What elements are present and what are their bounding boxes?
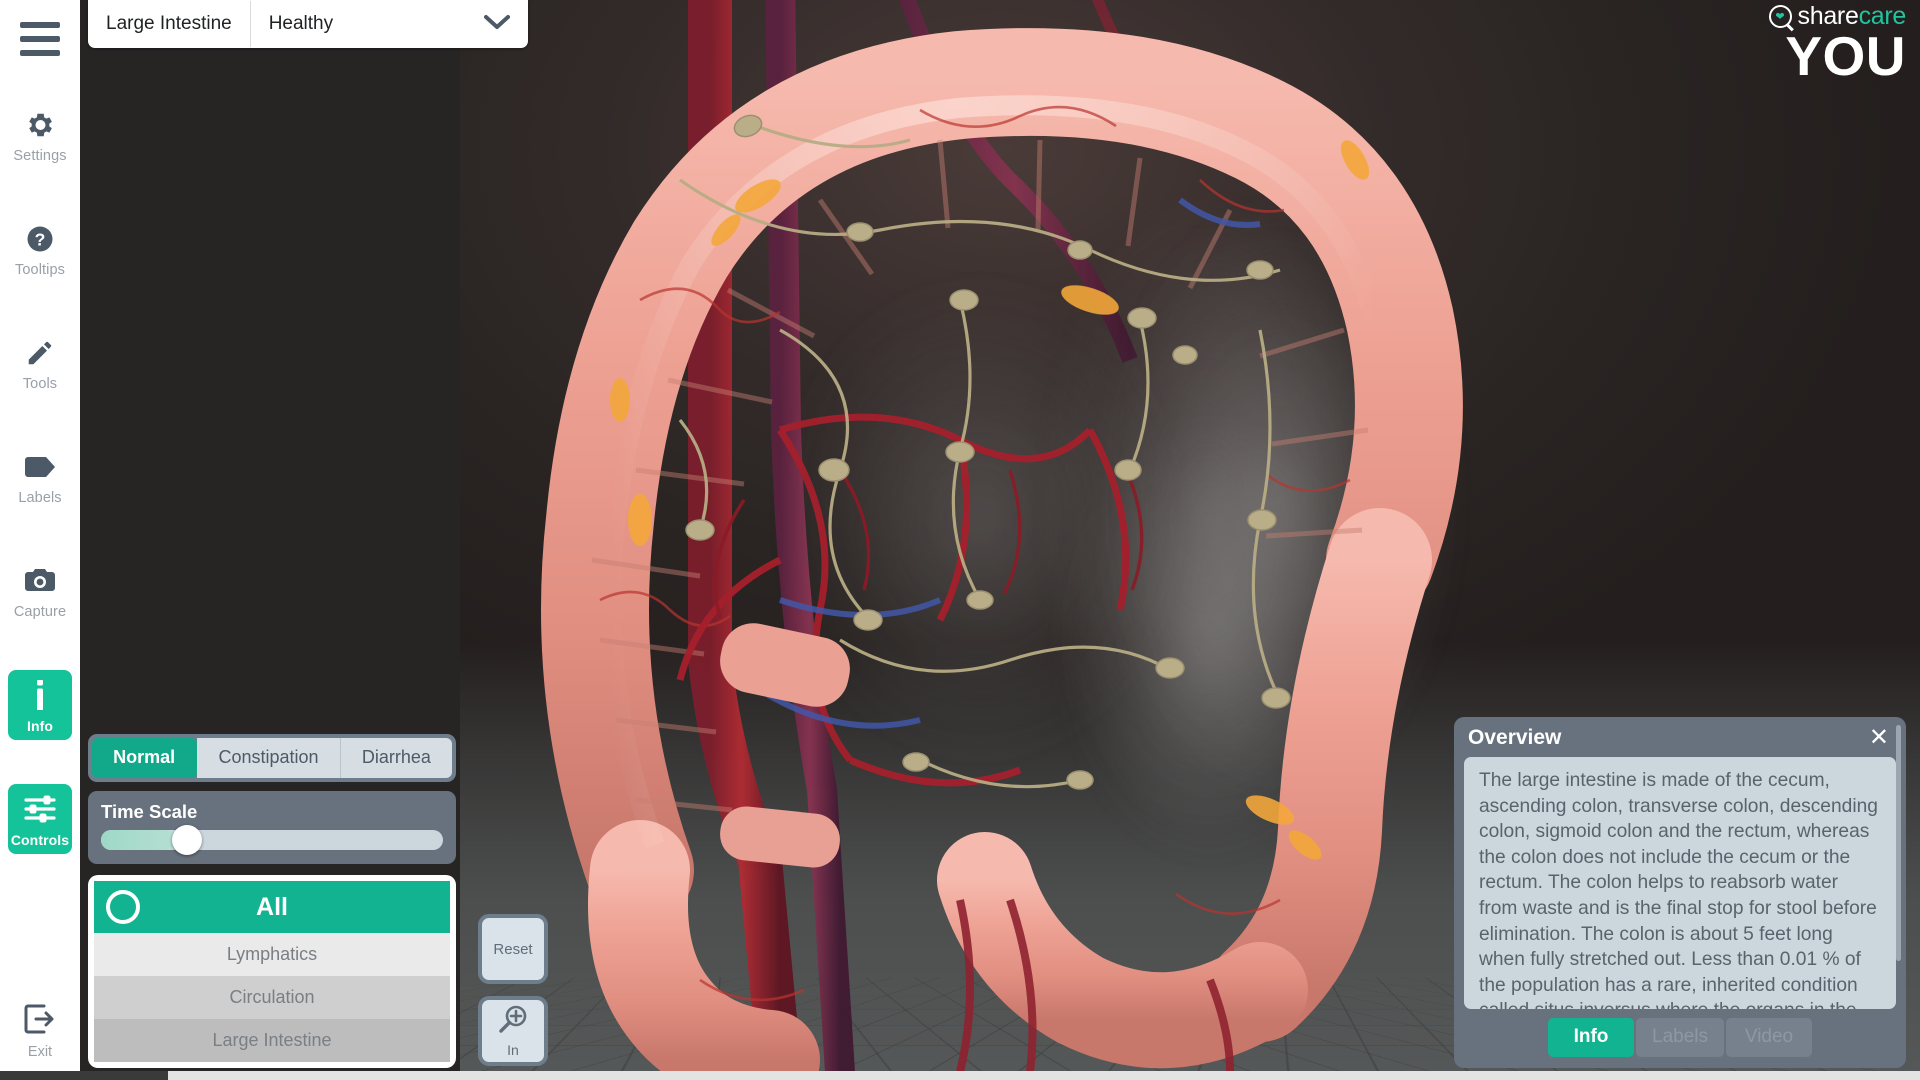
sharecare-q-heart-icon: ❤	[1768, 5, 1792, 28]
sidebar-item-label: Capture	[13, 604, 67, 620]
organ-state[interactable]: Healthy	[251, 0, 351, 48]
eye-circle-icon[interactable]	[106, 890, 140, 924]
close-icon[interactable]: ✕	[1866, 726, 1892, 750]
time-scale-card: Time Scale	[88, 791, 456, 864]
sidebar-item-tools[interactable]: Tools	[8, 328, 72, 398]
chevron-down-icon[interactable]	[484, 14, 510, 35]
sidebar-item-info[interactable]: Info	[8, 670, 72, 740]
camera-icon	[24, 564, 56, 598]
heart-glyph: ❤	[1775, 10, 1785, 23]
hamburger-menu-icon[interactable]	[20, 22, 60, 56]
time-scale-fill	[101, 830, 177, 850]
sidebar-item-label: Tooltips	[15, 262, 65, 278]
horizontal-scrollbar[interactable]	[0, 1071, 1920, 1080]
sidebar-item-tooltips[interactable]: ? Tooltips	[8, 214, 72, 284]
gear-icon	[25, 108, 55, 142]
sidebar-item-label: Controls	[10, 832, 70, 848]
sidebar-item-label: Tools	[22, 376, 58, 392]
layer-row-lymphatics[interactable]: Lymphatics	[94, 933, 450, 976]
sidebar-item-labels[interactable]: Labels	[8, 442, 72, 512]
viewport-button-group: Reset In	[478, 902, 548, 1066]
mode-button-diarrhea[interactable]: Diarrhea	[340, 738, 453, 778]
tab-video[interactable]: Video	[1726, 1018, 1812, 1057]
sidebar-item-label: Labels	[18, 490, 62, 506]
time-scale-label: Time Scale	[101, 801, 198, 822]
exit-arrow-icon	[24, 1004, 56, 1039]
layer-row-all[interactable]: All	[94, 881, 450, 933]
app-root: Large Intestine Healthy Settings ? Toolt…	[0, 0, 1920, 1080]
sliders-icon	[24, 792, 56, 826]
layer-label: All	[256, 892, 288, 921]
zoom-in-label: In	[507, 1042, 519, 1058]
overview-title: Overview	[1468, 726, 1562, 749]
sidebar-item-label: Info	[26, 718, 54, 734]
overview-tabs: Info Labels Video	[1464, 1018, 1896, 1057]
sidebar-item-settings[interactable]: Settings	[8, 100, 72, 170]
overview-panel: Overview ✕ The large intestine is made o…	[1454, 717, 1906, 1068]
layer-label: Circulation	[229, 987, 315, 1007]
layer-label: Lymphatics	[226, 944, 318, 964]
mode-button-normal[interactable]: Normal	[92, 738, 198, 778]
sharecare-you-logo: ❤ share care YOU	[1768, 2, 1906, 87]
sidebar-item-label: Settings	[13, 148, 67, 164]
left-sidebar: Settings ? Tooltips Tools Labels Capture…	[0, 0, 80, 1080]
mode-button-constipation[interactable]: Constipation	[197, 738, 341, 778]
info-i-icon	[34, 678, 46, 712]
tag-icon	[24, 450, 56, 484]
logo-you-text: YOU	[1785, 25, 1906, 87]
time-scale-slider[interactable]	[101, 825, 443, 855]
overview-scrollbar[interactable]	[1896, 725, 1901, 961]
condition-mode-segmented-control: Normal Constipation Diarrhea	[88, 734, 456, 782]
sidebar-item-exit[interactable]: Exit	[8, 1004, 72, 1060]
layer-label: Large Intestine	[212, 1030, 332, 1050]
zoom-in-button[interactable]: In	[478, 996, 548, 1066]
svg-text:?: ?	[35, 229, 46, 249]
sidebar-item-label: Exit	[27, 1044, 53, 1060]
reset-button-label: Reset	[493, 940, 533, 958]
magnifier-plus-icon	[496, 1004, 530, 1040]
sidebar-item-capture[interactable]: Capture	[8, 556, 72, 626]
time-scale-knob[interactable]	[172, 825, 203, 855]
reset-view-button[interactable]: Reset	[478, 914, 548, 984]
organ-name[interactable]: Large Intestine	[88, 0, 250, 48]
scrollbar-thumb[interactable]	[0, 1071, 168, 1080]
pencil-icon	[25, 336, 55, 370]
tab-info[interactable]: Info	[1548, 1018, 1634, 1057]
question-circle-icon: ?	[25, 222, 55, 256]
overview-body-text[interactable]: The large intestine is made of the cecum…	[1464, 757, 1896, 1009]
layer-list: All Lymphatics Circulation Large Intesti…	[88, 875, 456, 1068]
tab-labels[interactable]: Labels	[1636, 1018, 1724, 1057]
layer-row-circulation[interactable]: Circulation	[94, 976, 450, 1019]
organ-selector-bar[interactable]: Large Intestine Healthy	[88, 0, 528, 48]
layer-row-large-intestine[interactable]: Large Intestine	[94, 1019, 450, 1062]
overview-header: Overview ✕	[1464, 726, 1896, 757]
sidebar-item-controls[interactable]: Controls	[8, 784, 72, 854]
controls-panel: Normal Constipation Diarrhea Time Scale …	[88, 734, 456, 1068]
